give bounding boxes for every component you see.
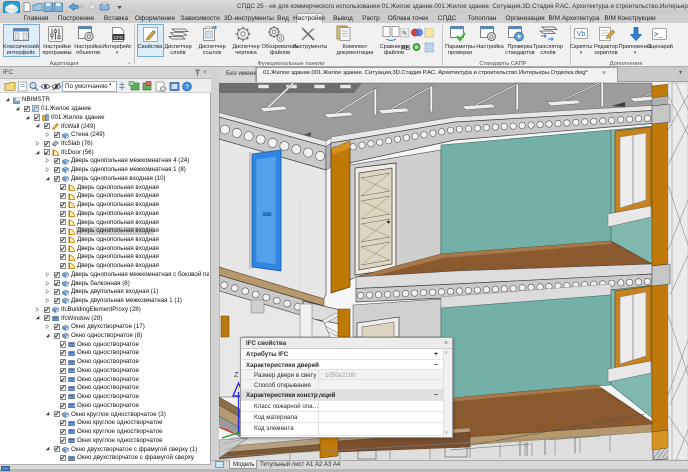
svg-text:✎: ✎: [402, 30, 407, 37]
svg-text:CFG: CFG: [114, 35, 123, 40]
svg-text:?: ?: [185, 84, 189, 91]
svg-text:АВ: АВ: [401, 45, 411, 52]
svg-text:Z: Z: [234, 370, 239, 379]
svg-text:Vb: Vb: [577, 31, 586, 38]
svg-text:>_: >_: [654, 32, 663, 40]
